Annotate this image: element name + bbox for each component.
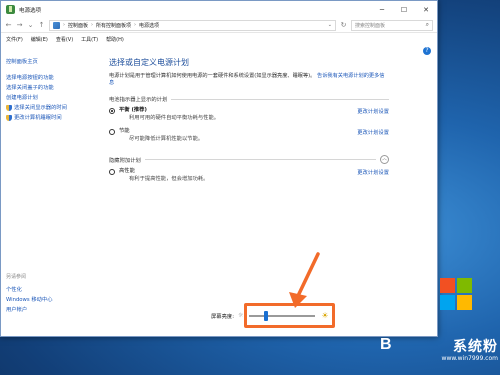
plan-power-saver: 节能 尽可能降低计算机性能以节能。 更改计划设置 <box>109 128 389 143</box>
help-icon[interactable]: ? <box>423 47 431 55</box>
menu-help[interactable]: 帮助(H) <box>106 36 124 43</box>
menu-file[interactable]: 文件(F) <box>6 36 23 43</box>
minimize-button[interactable]: ─ <box>371 1 393 18</box>
divider <box>171 98 389 100</box>
sidebar-item-label: 选择关闭显示器的时间 <box>14 105 67 111</box>
refresh-icon[interactable]: ↻ <box>340 21 347 29</box>
change-plan-settings-link[interactable]: 更改计划设置 <box>357 107 389 115</box>
battery-plans-heading: 电池指示器上显示的计划 <box>109 95 389 103</box>
up-arrow-icon[interactable]: ↑ <box>38 21 45 29</box>
sidebar: 控制面板主页 选择电源按钮的功能 选择关闭盖子的功能 创建电源计划 选择关闭显示… <box>6 57 98 327</box>
sidebar-item-create-plan[interactable]: 创建电源计划 <box>6 93 98 103</box>
plan-balanced: 平衡 (推荐) 利用可用的硬件自动平衡功耗与性能。 更改计划设置 <box>109 107 389 122</box>
partial-watermark-glyph: B <box>380 336 392 353</box>
see-also-user-accounts[interactable]: 用户帐户 <box>6 305 53 315</box>
sidebar-item-power-button[interactable]: 选择电源按钮的功能 <box>6 73 98 83</box>
address-dropdown-icon[interactable]: ⌄ <box>328 22 332 28</box>
breadcrumb[interactable]: › 控制面板 › 所有控制面板项 › 电源选项 ⌄ <box>49 19 336 31</box>
page-description: 电源计划是用于管理计算机如何使用电源的一套硬件和系统设置(如显示器亮度、睡眠等)… <box>109 73 389 87</box>
divider <box>144 159 376 160</box>
shield-icon <box>6 115 12 121</box>
plan-high-performance-radio[interactable] <box>109 169 115 175</box>
breadcrumb-power-options[interactable]: 电源选项 <box>139 22 159 29</box>
plan-high-performance: 高性能 有利于提高性能，但会增加功耗。 更改计划设置 <box>109 168 389 183</box>
dim-sun-icon: ☼ <box>237 312 244 319</box>
search-icon: ⌕ <box>425 21 429 28</box>
collapse-chevron-icon[interactable]: ︿ <box>380 155 389 164</box>
breadcrumb-separator: › <box>134 22 137 28</box>
forward-arrow-icon[interactable]: → <box>16 21 23 29</box>
hidden-plans-heading[interactable]: 隐藏附加计划 ︿ <box>109 155 389 164</box>
menu-tools[interactable]: 工具(T) <box>81 36 98 43</box>
control-panel-icon <box>53 21 60 29</box>
breadcrumb-control-panel[interactable]: 控制面板 <box>68 22 88 29</box>
title-bar[interactable]: 电源选项 ─ ☐ ✕ <box>1 1 437 18</box>
window-title: 电源选项 <box>19 7 42 14</box>
sidebar-item-sleep[interactable]: 更改计算机睡眠时间 <box>6 113 98 123</box>
breadcrumb-all-items[interactable]: 所有控制面板项 <box>96 22 131 29</box>
watermark-url: www.win7999.com <box>441 355 498 362</box>
back-arrow-icon[interactable]: ← <box>5 21 12 29</box>
plan-name[interactable]: 平衡 (推荐) <box>119 107 351 114</box>
maximize-button[interactable]: ☐ <box>393 1 415 18</box>
shield-icon <box>6 105 12 111</box>
brightness-label: 屏幕亮度: <box>211 313 234 320</box>
breadcrumb-separator: › <box>91 22 94 28</box>
annotation-arrow <box>289 252 320 308</box>
see-also-personalization[interactable]: 个性化 <box>6 285 53 295</box>
plan-description: 有利于提高性能，但会增加功耗。 <box>129 176 209 182</box>
windows-logo <box>440 278 472 310</box>
address-bar: ← → ⌄ ↑ › 控制面板 › 所有控制面板项 › 电源选项 ⌄ ↻ 搜索控制… <box>1 18 437 33</box>
change-plan-settings-link[interactable]: 更改计划设置 <box>357 168 389 176</box>
see-also-heading: 另请参阅 <box>6 274 27 280</box>
watermark-name: 系统粉 <box>453 339 498 355</box>
close-button[interactable]: ✕ <box>415 1 437 18</box>
sidebar-item-home[interactable]: 控制面板主页 <box>6 57 98 67</box>
main-content: 选择或自定义电源计划 电源计划是用于管理计算机如何使用电源的一套硬件和系统设置(… <box>109 57 389 183</box>
power-options-window: 电源选项 ─ ☐ ✕ ← → ⌄ ↑ › 控制面板 › 所有控制面板项 › 电源… <box>0 0 438 337</box>
change-plan-settings-link[interactable]: 更改计划设置 <box>357 128 389 136</box>
plan-name[interactable]: 节能 <box>119 128 351 135</box>
menu-edit[interactable]: 编辑(E) <box>31 36 48 43</box>
site-watermark: 系统粉 www.win7999.com <box>400 340 500 363</box>
see-also-mobility-center[interactable]: Windows 移动中心 <box>6 295 53 305</box>
power-options-icon <box>6 5 15 14</box>
section-label: 隐藏附加计划 <box>109 157 141 164</box>
breadcrumb-separator: › <box>63 22 65 28</box>
section-label: 电池指示器上显示的计划 <box>109 97 168 103</box>
sidebar-item-label: 更改计算机睡眠时间 <box>14 115 62 121</box>
dropdown-chevron-icon[interactable]: ⌄ <box>27 21 34 29</box>
plan-power-saver-radio[interactable] <box>109 129 115 135</box>
plan-description: 利用可用的硬件自动平衡功耗与性能。 <box>129 115 220 121</box>
plan-description: 尽可能降低计算机性能以节能。 <box>129 136 204 142</box>
menu-bar: 文件(F) 编辑(E) 查看(V) 工具(T) 帮助(H) <box>1 33 437 45</box>
description-text: 电源计划是用于管理计算机如何使用电源的一套硬件和系统设置(如显示器亮度、睡眠等)… <box>109 73 316 79</box>
search-input[interactable]: 搜索控制面板 ⌕ <box>351 19 433 31</box>
plan-balanced-radio[interactable] <box>109 108 115 114</box>
page-title: 选择或自定义电源计划 <box>109 58 189 67</box>
search-placeholder: 搜索控制面板 <box>355 22 386 29</box>
sidebar-item-lid[interactable]: 选择关闭盖子的功能 <box>6 83 98 93</box>
menu-view[interactable]: 查看(V) <box>56 36 73 43</box>
sidebar-item-display-off[interactable]: 选择关闭显示器的时间 <box>6 103 98 113</box>
plan-name[interactable]: 高性能 <box>119 168 351 175</box>
